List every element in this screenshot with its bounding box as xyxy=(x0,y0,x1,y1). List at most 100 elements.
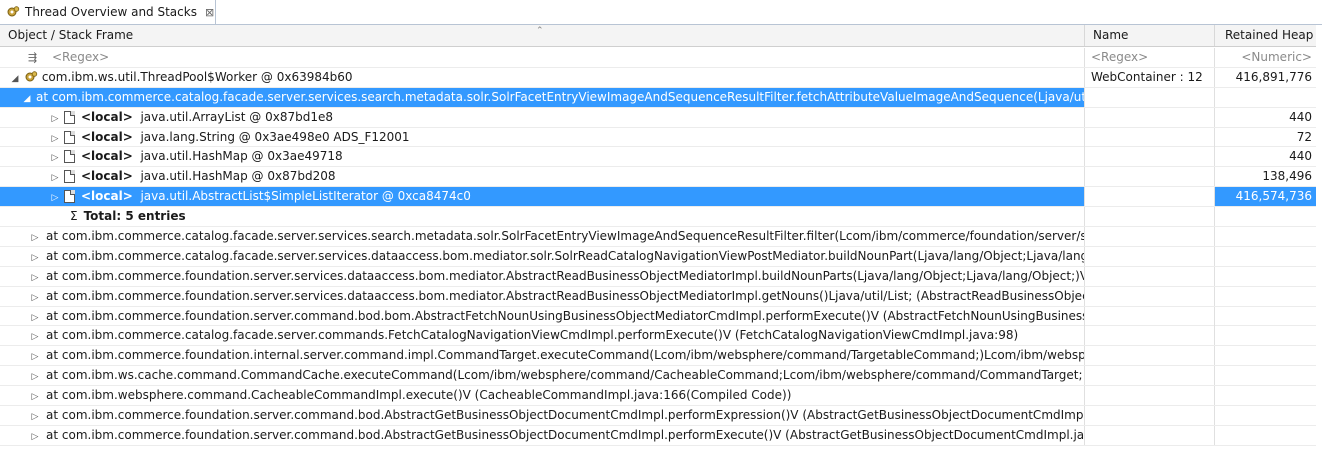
stack-frame-row[interactable]: ▷ at com.ibm.commerce.foundation.server.c… xyxy=(0,406,1316,426)
stack-frame-heap xyxy=(1215,227,1316,246)
local-row-selected[interactable]: ▷ <local> java.util.AbstractList$SimpleLi… xyxy=(0,187,1316,208)
tab-thread-overview[interactable]: Thread Overview and Stacks ⊠ xyxy=(0,0,216,24)
local-name xyxy=(1085,107,1215,127)
local-row[interactable]: ▷ <local> java.util.HashMap @ 0x87bd208 1… xyxy=(0,167,1316,188)
stack-frame-cell: ▷ at com.ibm.commerce.catalog.facade.serv… xyxy=(0,246,1085,266)
collapsed-triangle-icon[interactable]: ▷ xyxy=(50,110,60,127)
stack-frame-heap xyxy=(1215,287,1316,306)
stack-frame-row[interactable]: ▷ at com.ibm.commerce.foundation.server.c… xyxy=(0,425,1316,446)
filter-frame-input[interactable]: <Regex> xyxy=(52,50,109,64)
stack-frame-label: at com.ibm.ws.cache.command.CommandCache… xyxy=(46,368,1083,383)
local-row[interactable]: ▷ <local> java.util.HashMap @ 0x3ae49718 … xyxy=(0,147,1316,168)
stack-frame-name xyxy=(1085,246,1215,266)
local-name xyxy=(1085,127,1215,147)
collapsed-triangle-icon[interactable]: ▷ xyxy=(30,348,40,365)
stack-frame-row[interactable]: ▷ at com.ibm.commerce.foundation.server.s… xyxy=(0,286,1316,307)
stack-frame-list: ▷ at com.ibm.commerce.catalog.facade.serv… xyxy=(0,227,1316,446)
stack-frame-row[interactable]: ▷ at com.ibm.commerce.catalog.facade.serv… xyxy=(0,227,1316,247)
local-label: java.lang.String @ 0x3ae498e0 ADS_F12001 xyxy=(140,129,410,144)
collapsed-triangle-icon[interactable]: ▷ xyxy=(30,408,40,425)
thread-retained-heap: 416,891,776 xyxy=(1235,69,1312,84)
column-header-name-label: Name xyxy=(1093,28,1129,42)
stack-frame-cell: ▷ at com.ibm.commerce.foundation.server.s… xyxy=(0,266,1085,286)
collapsed-triangle-icon[interactable]: ▷ xyxy=(30,229,40,246)
thread-name: WebContainer : 12 xyxy=(1085,67,1215,87)
filter-icon: ⇶ xyxy=(28,51,38,64)
local-row[interactable]: ▷ <local> java.lang.String @ 0x3ae498e0 A… xyxy=(0,127,1316,148)
stack-frame-row[interactable]: ▷ at com.ibm.commerce.foundation.server.c… xyxy=(0,306,1316,327)
stack-frame-heap xyxy=(1215,267,1316,286)
collapsed-triangle-icon[interactable]: ▷ xyxy=(50,169,60,186)
stack-frame-heap xyxy=(1215,346,1316,365)
column-header-heap[interactable]: Retained Heap xyxy=(1215,25,1316,46)
local-tag: <local> xyxy=(81,189,133,204)
stack-frame-row[interactable]: ▷ at com.ibm.commerce.catalog.facade.serv… xyxy=(0,246,1316,267)
local-row[interactable]: ▷ <local> java.util.ArrayList @ 0x87bd1e8… xyxy=(0,107,1316,128)
stack-frame-name xyxy=(1085,266,1215,286)
stack-frame-heap xyxy=(1215,426,1316,445)
local-cell: ▷ <local> java.util.HashMap @ 0x3ae49718 xyxy=(0,147,1085,167)
stack-frame-cell: ▷ at com.ibm.commerce.foundation.server.c… xyxy=(0,425,1085,445)
collapsed-triangle-icon[interactable]: ▷ xyxy=(30,388,40,405)
stack-frame-row[interactable]: ▷ at com.ibm.ws.cache.command.CommandCach… xyxy=(0,366,1316,387)
stack-frame-row[interactable]: ▷ at com.ibm.commerce.catalog.facade.serv… xyxy=(0,326,1316,347)
stack-frame-label: at com.ibm.commerce.catalog.facade.serve… xyxy=(46,229,1085,244)
stack-frame-name xyxy=(1085,227,1215,247)
stack-frame-name xyxy=(1085,346,1215,366)
total-name xyxy=(1085,207,1215,227)
collapsed-triangle-icon[interactable]: ▷ xyxy=(50,130,60,147)
expanded-triangle-icon[interactable]: ◢ xyxy=(10,70,20,87)
stack-frame-row-selected[interactable]: ◢ at com.ibm.commerce.catalog.facade.serv… xyxy=(0,87,1316,108)
stack-frame-name xyxy=(1085,87,1215,107)
stack-frame-label: at com.ibm.commerce.foundation.server.co… xyxy=(46,308,1085,323)
collapsed-triangle-icon[interactable]: ▷ xyxy=(30,269,40,286)
local-tag: <local> xyxy=(81,169,133,184)
collapsed-triangle-icon[interactable]: ▷ xyxy=(30,368,40,385)
stack-frame-label: at com.ibm.commerce.catalog.facade.serve… xyxy=(46,248,1085,263)
stack-frame-label: at com.ibm.commerce.foundation.server.co… xyxy=(46,408,1085,423)
local-label: java.util.ArrayList @ 0x87bd1e8 xyxy=(140,109,334,124)
stack-frame-label: at com.ibm.commerce.foundation.server.co… xyxy=(46,427,1085,442)
local-name xyxy=(1085,187,1215,207)
thread-row[interactable]: ◢ com.ibm.ws.util.ThreadPool$Worker @ 0x… xyxy=(0,67,1316,88)
column-header-frame-label: Object / Stack Frame xyxy=(8,28,134,42)
collapsed-triangle-icon[interactable]: ▷ xyxy=(30,309,40,326)
column-header-name[interactable]: Name xyxy=(1085,25,1215,46)
stack-frame-row[interactable]: ▷ at com.ibm.commerce.foundation.server.s… xyxy=(0,266,1316,287)
thread-cell: ◢ com.ibm.ws.util.ThreadPool$Worker @ 0x… xyxy=(0,67,1085,87)
expanded-triangle-icon[interactable]: ◢ xyxy=(22,90,32,107)
sum-icon: Σ xyxy=(70,209,78,224)
local-retained-heap: 416,574,736 xyxy=(1215,187,1316,207)
stack-frame-row[interactable]: ▷ at com.ibm.websphere.command.CacheableC… xyxy=(0,386,1316,407)
thread-tree-table: ⇶ <Regex> <Regex> <Numeric> ◢ com.ibm.ws.… xyxy=(0,48,1316,446)
stack-frame-heap xyxy=(1215,326,1316,345)
thread-gear-icon xyxy=(24,70,38,84)
total-label: Total: 5 entries xyxy=(83,209,186,224)
collapsed-triangle-icon[interactable]: ▷ xyxy=(50,149,60,166)
object-icon xyxy=(64,190,75,204)
filter-heap-input[interactable]: <Numeric> xyxy=(1215,48,1316,67)
filter-row: ⇶ <Regex> <Regex> <Numeric> xyxy=(0,48,1316,68)
collapsed-triangle-icon[interactable]: ▷ xyxy=(30,289,40,306)
stack-frame-name xyxy=(1085,386,1215,406)
collapsed-triangle-icon[interactable]: ▷ xyxy=(30,249,40,266)
collapsed-triangle-icon[interactable]: ▷ xyxy=(50,189,60,206)
stack-frame-name xyxy=(1085,366,1215,386)
local-label: java.util.HashMap @ 0x3ae49718 xyxy=(140,149,343,164)
local-cell: ▷ <local> java.util.ArrayList @ 0x87bd1e8 xyxy=(0,107,1085,127)
column-header-frame[interactable]: Object / Stack Frame ⌃ xyxy=(0,25,1085,46)
close-icon[interactable]: ⊠ xyxy=(205,6,214,19)
stack-frame-cell: ▷ at com.ibm.commerce.foundation.server.c… xyxy=(0,306,1085,326)
object-icon xyxy=(64,110,75,124)
stack-frame-row[interactable]: ▷ at com.ibm.commerce.foundation.internal… xyxy=(0,346,1316,367)
filter-name-input[interactable]: <Regex> xyxy=(1085,48,1215,67)
collapsed-triangle-icon[interactable]: ▷ xyxy=(30,428,40,445)
stack-frame-heap xyxy=(1215,366,1316,385)
filter-frame-cell[interactable]: ⇶ <Regex> xyxy=(0,48,1085,67)
stack-frame-heap xyxy=(1215,406,1316,425)
stack-frame-cell: ▷ at com.ibm.ws.cache.command.CommandCach… xyxy=(0,366,1085,386)
local-tag: <local> xyxy=(81,129,133,144)
collapsed-triangle-icon[interactable]: ▷ xyxy=(30,328,40,345)
stack-frame-label: at com.ibm.commerce.foundation.server.se… xyxy=(46,288,1085,303)
total-cell: Σ Total: 5 entries xyxy=(0,207,1085,227)
